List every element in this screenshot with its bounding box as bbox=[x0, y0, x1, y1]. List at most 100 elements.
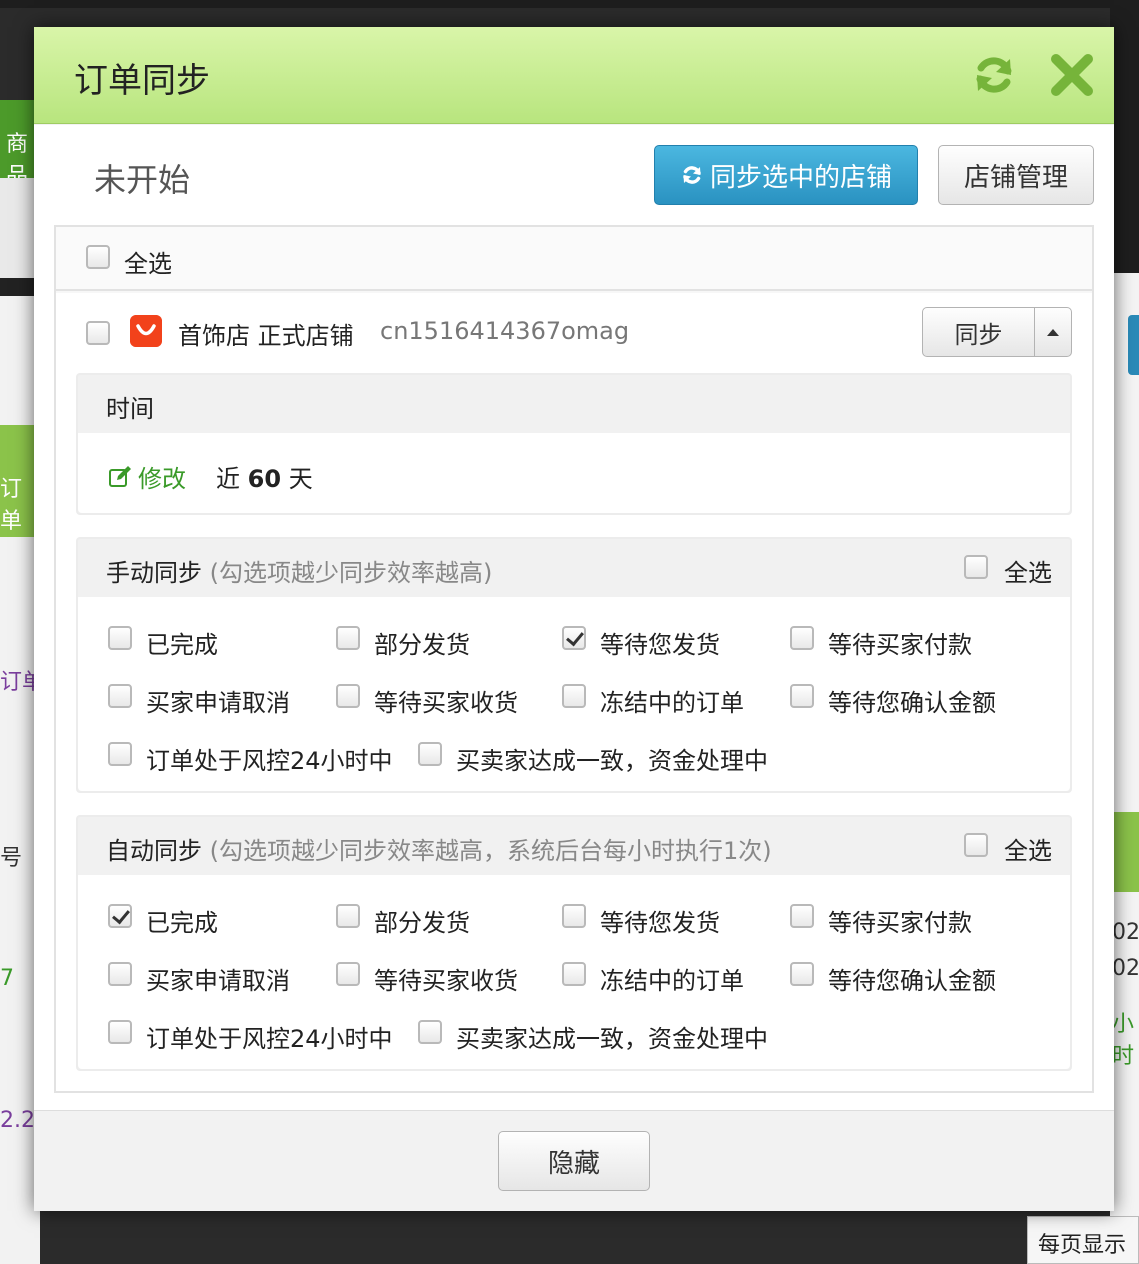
auto-sync-option-label[interactable]: 等待您确认金额 bbox=[828, 961, 996, 996]
manual-sync-option-label[interactable]: 等待您确认金额 bbox=[828, 683, 996, 718]
auto-sync-option-checkbox[interactable] bbox=[108, 904, 132, 928]
manual-sync-option-label[interactable]: 等待买家收货 bbox=[374, 683, 518, 718]
per-page-select[interactable]: 每页显示 bbox=[1027, 1216, 1139, 1264]
auto-sync-option-checkbox[interactable] bbox=[336, 962, 360, 986]
manual-sync-option-label[interactable]: 等待买家付款 bbox=[828, 625, 972, 660]
auto-sync-select-all-checkbox[interactable] bbox=[964, 833, 988, 857]
hide-button[interactable]: 隐藏 bbox=[498, 1131, 650, 1191]
edit-icon bbox=[109, 465, 131, 487]
sync-selected-stores-button[interactable]: 同步选中的店铺 bbox=[654, 145, 918, 205]
manual-sync-option-label[interactable]: 买家申请取消 bbox=[146, 683, 290, 718]
store-sync-button[interactable]: 同步 bbox=[923, 308, 1035, 356]
page-right-fragment: 小时 bbox=[1112, 1012, 1135, 1069]
page-left-fragment: 7 bbox=[0, 966, 14, 991]
auto-sync-option-checkbox[interactable] bbox=[108, 962, 132, 986]
dialog-body: 未开始 同步选中的店铺 店铺管理 全选 首饰店 正式店铺 cn151641436… bbox=[34, 125, 1114, 1110]
auto-sync-option-label[interactable]: 订单处于风控24小时中 bbox=[146, 1019, 393, 1054]
page-right-fragment: 02 bbox=[1112, 956, 1139, 981]
store-name: 首饰店 正式店铺 bbox=[178, 322, 354, 350]
auto-sync-options: 已完成 部分发货 等待您发货 等待买家付款买家申请取消 等待买家收货 冻结中的订单 等待您确… bbox=[78, 875, 1070, 1069]
auto-sync-header: 自动同步 (勾选项越少同步效率越高，系统后台每小时执行1次) 全选 bbox=[78, 817, 1070, 875]
time-section: 时间 修改 近 60 天 bbox=[76, 373, 1072, 515]
sync-selected-stores-label: 同步选中的店铺 bbox=[709, 162, 892, 193]
manual-sync-option-checkbox[interactable] bbox=[790, 626, 814, 650]
page-right-button[interactable] bbox=[1128, 315, 1139, 375]
page-right-header bbox=[1110, 8, 1139, 273]
store-sync-dropdown-toggle[interactable] bbox=[1035, 308, 1071, 356]
auto-sync-option-checkbox[interactable] bbox=[562, 962, 586, 986]
order-sync-dialog: 订单同步 未开始 同步选中的店铺 店铺管理 全选 首饰店 正式店铺 cn1516… bbox=[34, 27, 1114, 1211]
auto-sync-option-checkbox[interactable] bbox=[418, 1020, 442, 1044]
manual-sync-header: 手动同步 (勾选项越少同步效率越高) 全选 bbox=[78, 539, 1070, 597]
manual-sync-option-checkbox[interactable] bbox=[108, 684, 132, 708]
manual-sync-option-checkbox[interactable] bbox=[562, 626, 586, 650]
auto-sync-select-all-label[interactable]: 全选 bbox=[1004, 831, 1052, 866]
auto-sync-option-checkbox[interactable] bbox=[562, 904, 586, 928]
manual-sync-option-checkbox[interactable] bbox=[108, 742, 132, 766]
manual-sync-option-checkbox[interactable] bbox=[418, 742, 442, 766]
manual-sync-option-checkbox[interactable] bbox=[336, 684, 360, 708]
manual-sync-option-label[interactable]: 部分发货 bbox=[374, 625, 470, 660]
auto-sync-section: 自动同步 (勾选项越少同步效率越高，系统后台每小时执行1次) 全选 已完成 部分发… bbox=[76, 815, 1072, 1071]
auto-sync-option-label[interactable]: 买家申请取消 bbox=[146, 961, 290, 996]
edit-time-link[interactable]: 修改 bbox=[108, 459, 186, 494]
auto-sync-hint: (勾选项越少同步效率越高，系统后台每小时执行1次) bbox=[209, 837, 772, 865]
auto-sync-option-label[interactable]: 等待您发货 bbox=[600, 903, 720, 938]
store-logo-icon bbox=[130, 315, 162, 347]
store-checkbox[interactable] bbox=[86, 321, 110, 345]
auto-sync-option-checkbox[interactable] bbox=[790, 904, 814, 928]
manual-sync-option-checkbox[interactable] bbox=[562, 684, 586, 708]
auto-sync-option-label[interactable]: 冻结中的订单 bbox=[600, 961, 744, 996]
manual-sync-option-checkbox[interactable] bbox=[336, 626, 360, 650]
page-left-fragment: 号 bbox=[0, 846, 23, 871]
select-all-stores-checkbox[interactable] bbox=[86, 245, 110, 269]
time-section-body: 修改 近 60 天 bbox=[78, 433, 1070, 513]
manual-sync-option-label[interactable]: 等待您发货 bbox=[600, 625, 720, 660]
dialog-footer: 隐藏 bbox=[34, 1110, 1114, 1211]
manual-sync-option-label[interactable]: 订单处于风控24小时中 bbox=[146, 741, 393, 776]
time-range-days: 60 bbox=[247, 465, 282, 493]
time-section-title: 时间 bbox=[106, 395, 154, 423]
page-right-header-row bbox=[1110, 812, 1139, 892]
refresh-icon[interactable] bbox=[970, 51, 1018, 99]
dialog-title: 订单同步 bbox=[74, 61, 210, 101]
auto-sync-option-checkbox[interactable] bbox=[108, 1020, 132, 1044]
store-management-button[interactable]: 店铺管理 bbox=[938, 145, 1094, 205]
store-sync-split-button: 同步 bbox=[922, 307, 1072, 357]
manual-sync-option-label[interactable]: 买卖家达成一致，资金处理中 bbox=[456, 741, 768, 776]
auto-sync-title: 自动同步 (勾选项越少同步效率越高，系统后台每小时执行1次) bbox=[106, 831, 772, 866]
manual-sync-option-label[interactable]: 已完成 bbox=[146, 625, 218, 660]
time-range-suffix: 天 bbox=[288, 465, 313, 493]
manual-sync-options: 已完成 部分发货 等待您发货 等待买家付款买家申请取消 等待买家收货 冻结中的订单 等待您确… bbox=[78, 597, 1070, 791]
manual-sync-title-text: 手动同步 bbox=[106, 559, 202, 587]
auto-sync-option-label[interactable]: 等待买家收货 bbox=[374, 961, 518, 996]
time-section-header: 时间 bbox=[78, 375, 1070, 433]
stores-panel: 全选 首饰店 正式店铺 cn1516414367omag 同步 时间 修改 近 … bbox=[54, 225, 1094, 1093]
store-id: cn1516414367omag bbox=[380, 317, 630, 345]
manual-sync-option-checkbox[interactable] bbox=[790, 684, 814, 708]
auto-sync-option-label[interactable]: 部分发货 bbox=[374, 903, 470, 938]
auto-sync-title-text: 自动同步 bbox=[106, 837, 202, 865]
store-item: 首饰店 正式店铺 cn1516414367omag 同步 时间 修改 近 60 … bbox=[56, 293, 1092, 1091]
select-all-stores-label[interactable]: 全选 bbox=[124, 244, 172, 279]
sync-status: 未开始 bbox=[94, 161, 191, 199]
page-left-tab-label: 商品 bbox=[6, 132, 29, 178]
page-top-bar bbox=[0, 0, 1139, 8]
refresh-icon bbox=[683, 166, 701, 184]
auto-sync-option-checkbox[interactable] bbox=[790, 962, 814, 986]
manual-sync-option-label[interactable]: 冻结中的订单 bbox=[600, 683, 744, 718]
auto-sync-option-label[interactable]: 已完成 bbox=[146, 903, 218, 938]
time-range: 近 60 天 bbox=[216, 459, 313, 494]
auto-sync-option-label[interactable]: 等待买家付款 bbox=[828, 903, 972, 938]
close-icon[interactable] bbox=[1048, 51, 1096, 99]
manual-sync-option-checkbox[interactable] bbox=[108, 626, 132, 650]
caret-up-icon bbox=[1047, 328, 1059, 336]
auto-sync-option-label[interactable]: 买卖家达成一致，资金处理中 bbox=[456, 1019, 768, 1054]
time-range-prefix: 近 bbox=[216, 465, 240, 493]
manual-sync-select-all-checkbox[interactable] bbox=[964, 555, 988, 579]
select-all-stores-row: 全选 bbox=[56, 227, 1092, 291]
page-right-fragment: 02 bbox=[1112, 920, 1139, 945]
manual-sync-section: 手动同步 (勾选项越少同步效率越高) 全选 已完成 部分发货 等待您发货 等待买家付款… bbox=[76, 537, 1072, 793]
auto-sync-option-checkbox[interactable] bbox=[336, 904, 360, 928]
manual-sync-select-all-label[interactable]: 全选 bbox=[1004, 553, 1052, 588]
